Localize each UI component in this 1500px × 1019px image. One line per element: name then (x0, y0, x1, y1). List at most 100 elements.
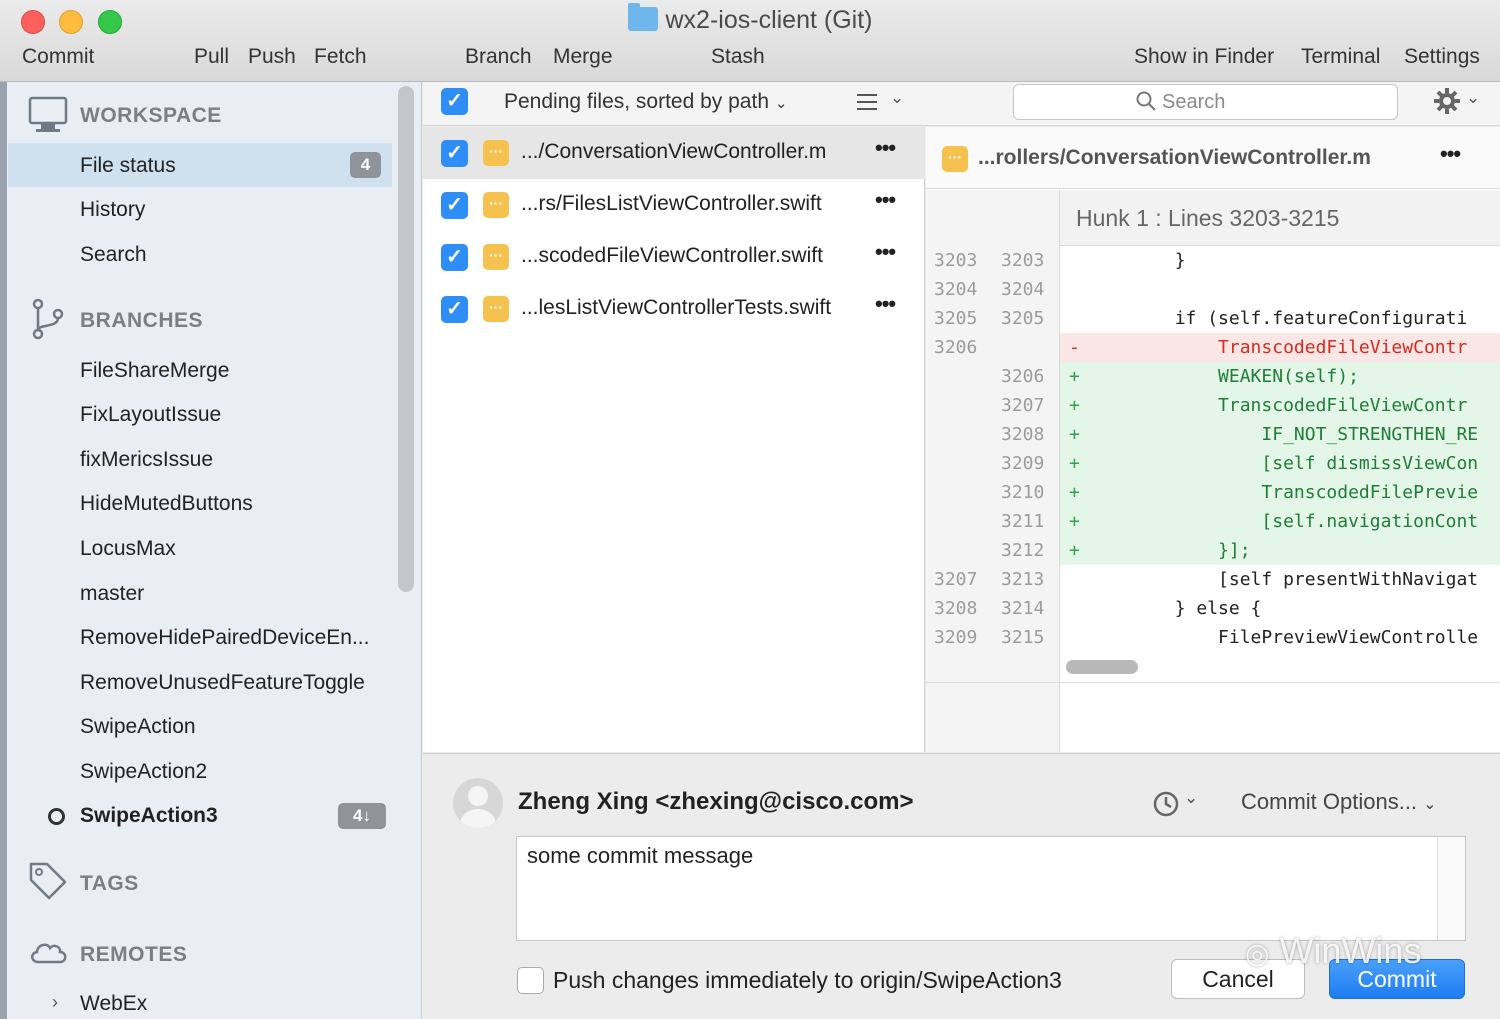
message-scrollbar[interactable] (1437, 837, 1465, 940)
code-text: TranscodedFilePrevie (1088, 482, 1479, 503)
branch-item[interactable]: RemoveUnusedFeatureToggle (80, 671, 365, 695)
cancel-button[interactable]: Cancel (1171, 959, 1305, 999)
chevron-down-icon[interactable]: ⌄ (1184, 788, 1198, 808)
more-options-icon[interactable]: ••• (875, 291, 896, 317)
file-row[interactable]: ✓ ··· ...rs/FilesListViewController.swif… (423, 179, 925, 231)
branch-item[interactable]: RemoveHidePairedDeviceEn... (80, 626, 369, 650)
new-line-number: 3213 (1001, 569, 1045, 590)
select-all-checkbox[interactable]: ✓ (441, 88, 468, 115)
added-code-line[interactable]: 3207 + TranscodedFileViewContr (926, 391, 1500, 420)
sort-dropdown[interactable]: Pending files, sorted by path ⌄ (504, 90, 787, 114)
code-line[interactable]: 3204 3204 (926, 275, 1500, 304)
push-toolbar-button[interactable]: Push (248, 45, 296, 69)
added-code-line[interactable]: 3210 + TranscodedFilePrevie (926, 478, 1500, 507)
fetch-toolbar-button[interactable]: Fetch (314, 45, 367, 69)
file-name: ...lesListViewControllerTests.swift (521, 296, 832, 319)
branch-item[interactable]: FixLayoutIssue (80, 403, 221, 427)
plus-icon: + (1069, 395, 1080, 416)
branch-item[interactable]: FileShareMerge (80, 359, 229, 383)
branches-header: BRANCHES (80, 309, 204, 332)
commit-author: Zheng Xing <zhexing@cisco.com> (518, 788, 914, 815)
commit-message-input[interactable]: some commit message (517, 837, 1437, 937)
commit-toolbar-button[interactable]: Commit (22, 45, 94, 69)
old-line-number: 3209 (934, 627, 978, 648)
show-in-finder-button[interactable]: Show in Finder (1134, 45, 1274, 69)
tags-header: TAGS (80, 872, 139, 895)
diff-divider (926, 682, 1500, 683)
push-immediately-checkbox[interactable] (517, 967, 544, 994)
code-text: TranscodedFileViewContr (1088, 395, 1468, 416)
branch-toolbar-button[interactable]: Branch (465, 45, 532, 69)
chevron-down-icon: ⌄ (774, 95, 788, 112)
file-name: ...rs/FilesListViewController.swift (521, 192, 822, 215)
workspace-header: WORKSPACE (80, 104, 222, 127)
code-line[interactable]: 3205 3205 if (self.featureConfigurati (926, 304, 1500, 333)
push-immediately-label[interactable]: Push changes immediately to origin/Swipe… (553, 967, 1062, 994)
search-input[interactable]: Search (1013, 84, 1398, 120)
file-row[interactable]: ✓ ··· .../ConversationViewController.m •… (423, 127, 925, 179)
chevron-down-icon[interactable]: ⌄ (1466, 88, 1480, 108)
minus-icon: - (1069, 337, 1080, 358)
clock-icon[interactable] (1152, 790, 1180, 818)
code-text: [self dismissViewCon (1088, 453, 1479, 474)
gear-icon[interactable] (1433, 87, 1461, 115)
tag-icon (29, 862, 67, 900)
sidebar-item-search[interactable]: Search (80, 243, 147, 267)
new-line-number: 3215 (1001, 627, 1045, 648)
file-checkbox[interactable]: ✓ (441, 296, 468, 323)
terminal-button[interactable]: Terminal (1301, 45, 1380, 69)
plus-icon: + (1069, 453, 1080, 474)
pull-toolbar-button[interactable]: Pull (194, 45, 229, 69)
new-line-number: 3207 (1001, 395, 1045, 416)
list-view-icon[interactable] (857, 93, 877, 111)
branch-item[interactable]: LocusMax (80, 537, 176, 561)
file-checkbox[interactable]: ✓ (441, 244, 468, 271)
branch-item[interactable]: SwipeAction (80, 715, 196, 739)
file-row[interactable]: ✓ ··· ...scodedFileViewController.swift … (423, 231, 925, 283)
more-options-icon[interactable]: ••• (875, 239, 896, 265)
branch-item[interactable]: HideMutedButtons (80, 492, 253, 516)
added-code-line[interactable]: 3206 + WEAKEN(self); (926, 362, 1500, 391)
added-code-line[interactable]: 3212 + }]; (926, 536, 1500, 565)
sidebar-item-file-status[interactable]: File status (80, 154, 176, 178)
code-line[interactable]: 3203 3203 } (926, 246, 1500, 275)
file-row[interactable]: ✓ ··· ...lesListViewControllerTests.swif… (423, 283, 925, 335)
modified-file-icon: ··· (483, 296, 509, 322)
stash-toolbar-button[interactable]: Stash (711, 45, 765, 69)
search-placeholder: Search (1162, 91, 1226, 113)
commit-options-dropdown[interactable]: Commit Options... ⌄ (1241, 789, 1437, 815)
code-text: IF_NOT_STRENGTHEN_RE (1088, 424, 1479, 445)
branch-item[interactable]: master (80, 582, 144, 606)
added-code-line[interactable]: 3211 + [self.navigationCont (926, 507, 1500, 536)
file-checkbox[interactable]: ✓ (441, 140, 468, 167)
branch-item-current[interactable]: SwipeAction3 (80, 804, 218, 828)
code-text: FilePreviewViewControlle (1088, 627, 1479, 648)
cloud-icon (31, 943, 67, 964)
folder-icon (627, 3, 658, 31)
more-options-icon[interactable]: ••• (1440, 141, 1461, 167)
sidebar-scrollbar[interactable] (398, 86, 414, 592)
merge-toolbar-button[interactable]: Merge (553, 45, 613, 69)
code-line[interactable]: 3209 3215 FilePreviewViewControlle (926, 623, 1500, 652)
modified-file-icon: ··· (483, 192, 509, 218)
chevron-down-icon[interactable]: ⌄ (890, 88, 904, 108)
removed-code-line[interactable]: 3206 - TranscodedFileViewContr (926, 333, 1500, 362)
commit-button[interactable]: Commit (1329, 959, 1465, 999)
code-line[interactable]: 3207 3213 [self presentWithNavigat (926, 565, 1500, 594)
more-options-icon[interactable]: ••• (875, 187, 896, 213)
window-titlebar: wx2-ios-client (Git) Commit Pull Push Fe… (0, 0, 1500, 82)
added-code-line[interactable]: 3209 + [self dismissViewCon (926, 449, 1500, 478)
settings-button[interactable]: Settings (1404, 45, 1480, 69)
more-options-icon[interactable]: ••• (875, 135, 896, 161)
sidebar-item-history[interactable]: History (80, 198, 145, 222)
chevron-right-icon[interactable]: › (52, 992, 58, 1013)
branch-item[interactable]: SwipeAction2 (80, 760, 207, 784)
hunk-header: Hunk 1 : Lines 3203-3215 (1060, 190, 1500, 246)
remote-item[interactable]: WebEx (80, 992, 147, 1016)
code-line[interactable]: 3208 3214 } else { (926, 594, 1500, 623)
added-code-line[interactable]: 3208 + IF_NOT_STRENGTHEN_RE (926, 420, 1500, 449)
branch-item[interactable]: fixMericsIssue (80, 448, 213, 472)
diff-horizontal-scrollbar[interactable] (1066, 660, 1138, 674)
file-checkbox[interactable]: ✓ (441, 192, 468, 219)
commit-message-field[interactable]: some commit message (516, 836, 1466, 941)
